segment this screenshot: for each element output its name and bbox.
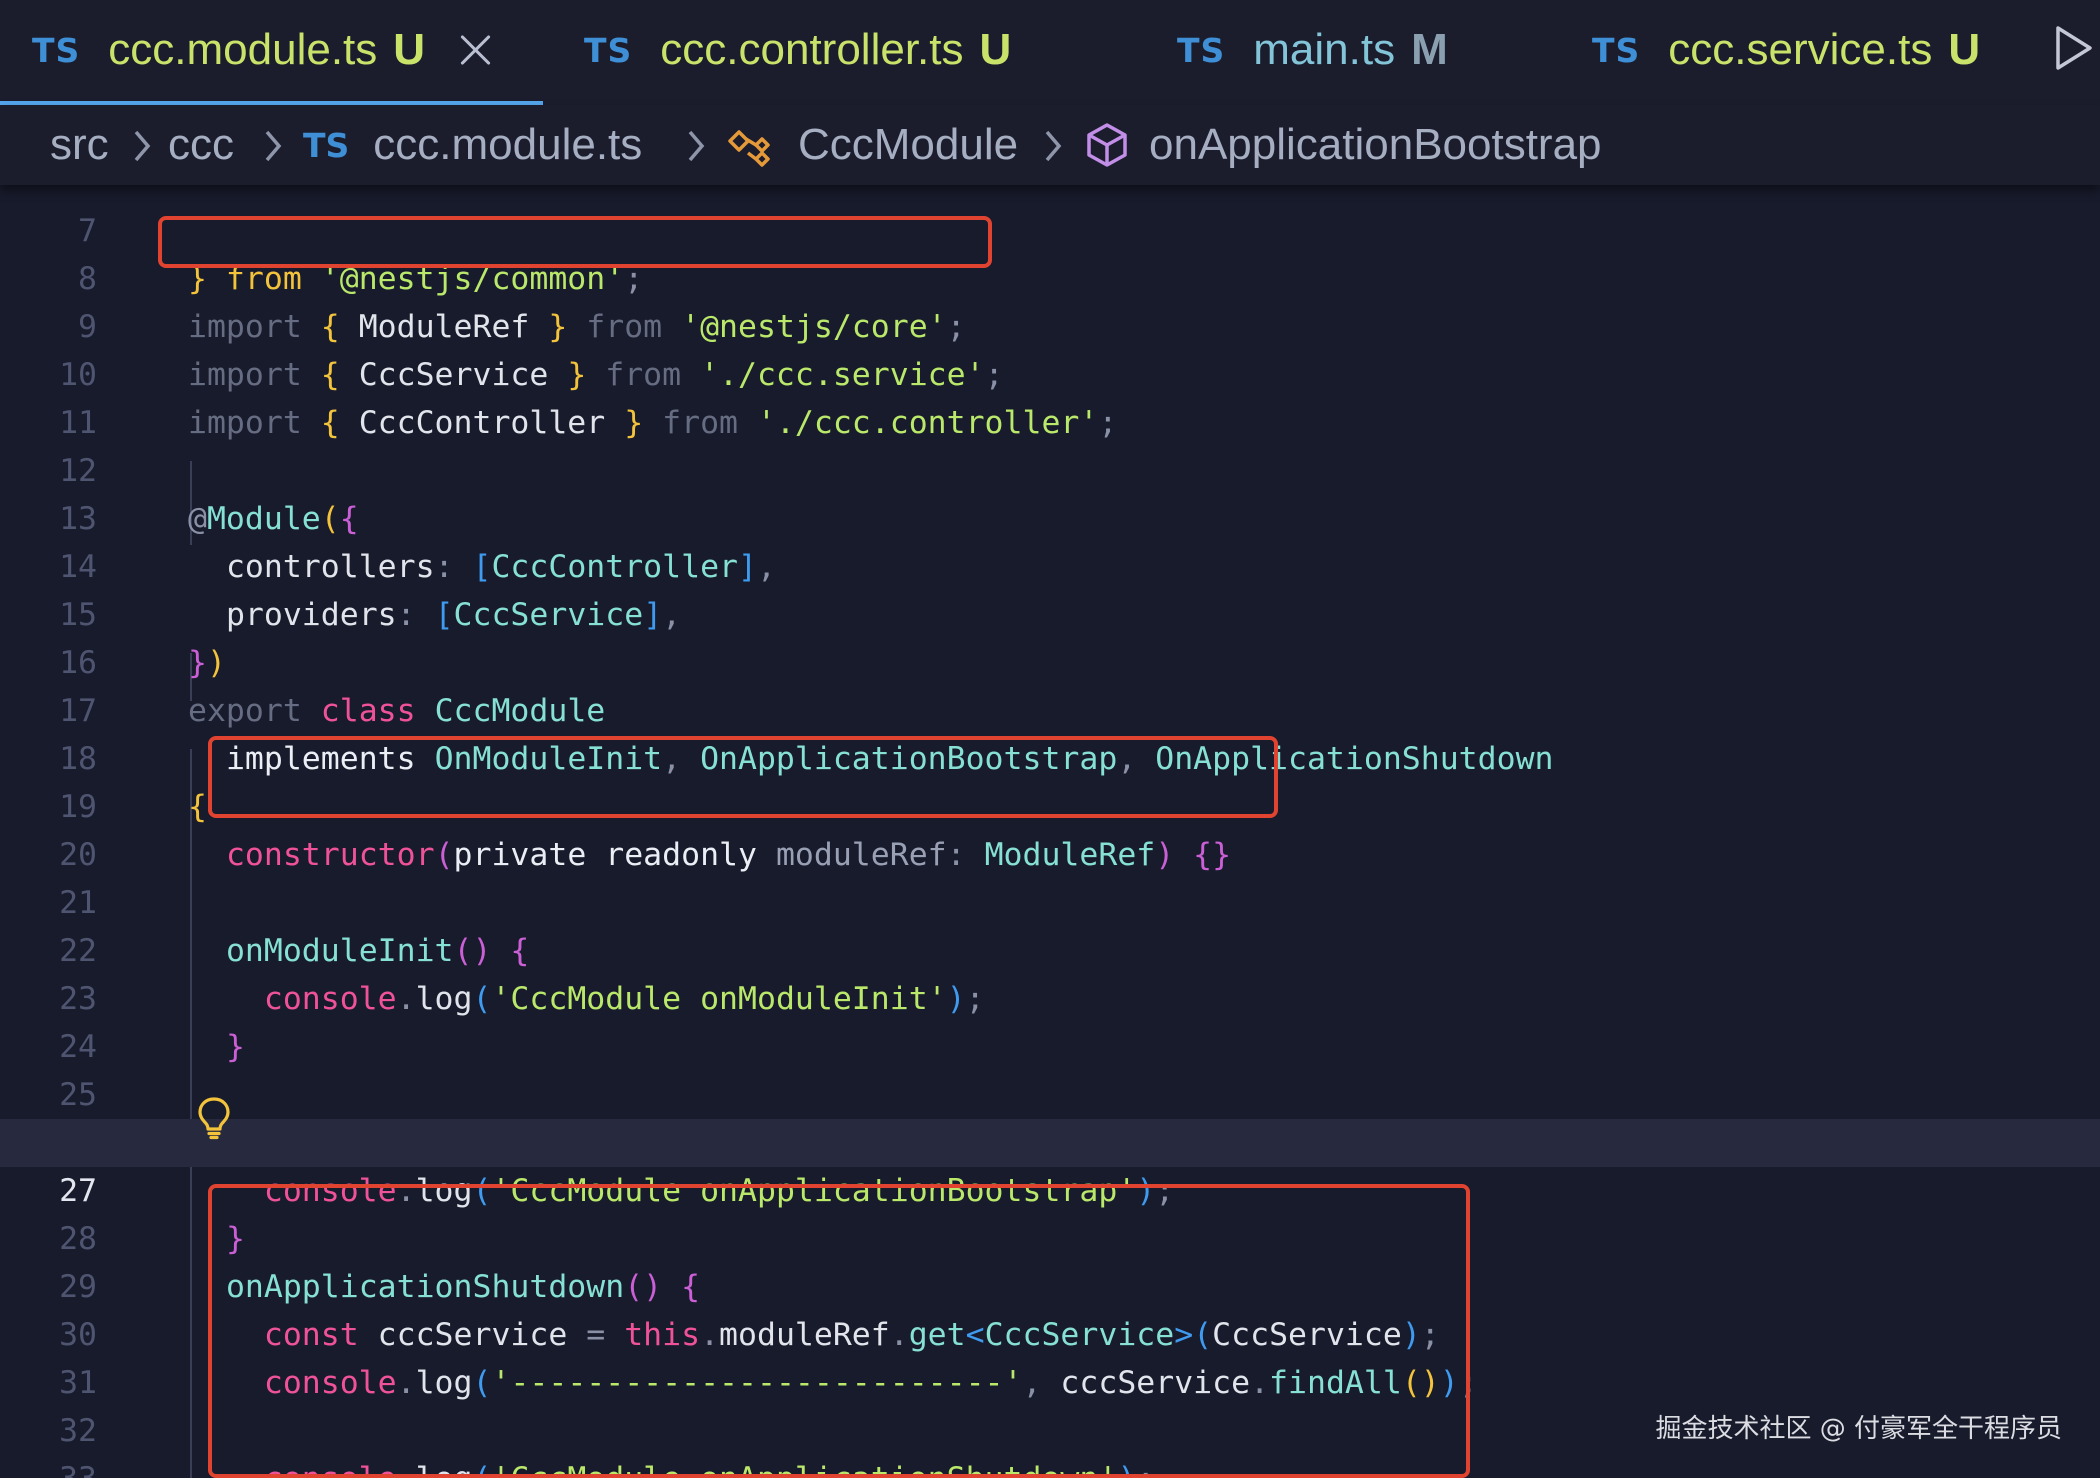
code-line: 18 { <box>0 687 2100 825</box>
code-line: 16 export class CccModule <box>0 591 2100 729</box>
watermark-text: 掘金技术社区 @ 付豪军全干程序员 <box>1655 1414 2062 1444</box>
git-status-badge: M <box>1411 25 1448 74</box>
method-cube-icon <box>1087 123 1127 167</box>
tab-ccc-module[interactable]: TS ccc.module.ts U <box>32 0 495 100</box>
git-status-badge: U <box>1948 25 1981 74</box>
play-outline-icon[interactable] <box>2052 24 2096 72</box>
highlight-box-constructor <box>208 736 1278 818</box>
code-line: 25 onApplicationBootstrap() { <box>0 1023 2100 1161</box>
chevron-right-icon <box>134 130 151 162</box>
tab-label: ccc.controller.ts <box>660 25 964 74</box>
code-line: 14 providers: [CccService], <box>0 495 2100 633</box>
code-line-current: 27 } <box>0 1119 2100 1257</box>
breadcrumb-class-label: CccModule <box>798 120 1019 169</box>
typescript-icon: TS <box>303 125 350 165</box>
code-line: 7 } from '@nestjs/common'; <box>0 185 2100 297</box>
code-editor[interactable]: 7 } from '@nestjs/common'; 8 import { Mo… <box>0 185 2100 1478</box>
typescript-icon: TS <box>1177 30 1226 70</box>
breadcrumb-method[interactable]: onApplicationBootstrap <box>1083 105 1602 185</box>
lightbulb-icon[interactable] <box>196 1096 232 1140</box>
chevron-right-icon <box>1045 130 1062 162</box>
tab-label: ccc.service.ts <box>1668 25 1933 74</box>
breadcrumb-file-label: ccc.module.ts <box>373 120 643 169</box>
typescript-icon: TS <box>32 30 81 70</box>
code-line: 17 implements OnModuleInit, OnApplicatio… <box>0 639 2100 777</box>
git-status-badge: U <box>393 25 426 74</box>
tab-ccc-service[interactable]: TS ccc.service.ts U <box>1592 0 1980 100</box>
code-line: 21 onModuleInit() { <box>0 831 2100 969</box>
close-icon[interactable] <box>457 31 495 69</box>
breadcrumb-method-label: onApplicationBootstrap <box>1149 120 1602 169</box>
chevron-right-icon <box>688 130 705 162</box>
git-status-badge: U <box>979 25 1012 74</box>
tab-main[interactable]: TS main.ts M <box>1177 0 1448 100</box>
highlight-box-import <box>158 216 992 268</box>
typescript-icon: TS <box>584 30 633 70</box>
code-line: 23 } <box>0 927 2100 1065</box>
highlight-box-shutdown <box>208 1184 1470 1478</box>
breadcrumb-folder-ccc[interactable]: ccc <box>168 105 234 185</box>
class-symbol-icon <box>728 130 770 167</box>
breadcrumb-folder-src[interactable]: src <box>50 105 109 185</box>
tab-label: ccc.module.ts <box>108 25 378 74</box>
breadcrumb-class[interactable]: CccModule <box>726 105 1018 185</box>
chevron-right-icon <box>265 130 282 162</box>
tab-label: main.ts <box>1253 25 1396 74</box>
code-line: 13 controllers: [CccController], <box>0 447 2100 585</box>
code-line: 15 }) <box>0 543 2100 681</box>
code-line: 12 @Module({ <box>0 399 2100 537</box>
code-line: 26 console.log('CccModule onApplicationB… <box>0 1071 2100 1209</box>
typescript-icon: TS <box>1592 30 1641 70</box>
code-line: 24 <box>0 975 2100 1065</box>
code-line: 22 console.log('CccModule onModuleInit')… <box>0 879 2100 1017</box>
code-line: 11 <box>0 351 2100 441</box>
breadcrumb-file[interactable]: TS ccc.module.ts <box>303 105 642 185</box>
editor-tab-bar: TS ccc.module.ts U TS ccc.controller.ts … <box>0 0 2100 105</box>
line-number: 33 <box>0 1455 97 1478</box>
code-line: 10 import { CccController } from './ccc.… <box>0 303 2100 441</box>
tab-ccc-controller[interactable]: TS ccc.controller.ts U <box>584 0 1011 100</box>
